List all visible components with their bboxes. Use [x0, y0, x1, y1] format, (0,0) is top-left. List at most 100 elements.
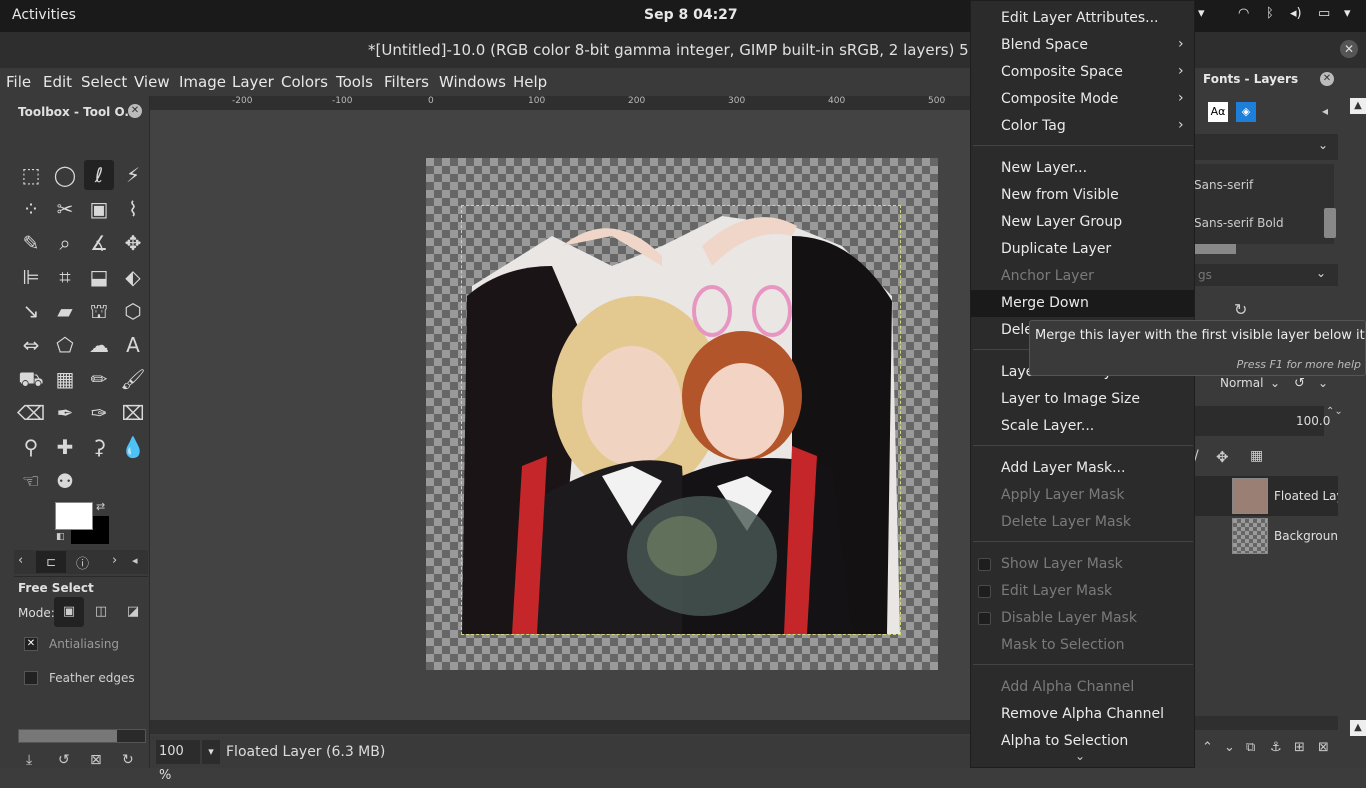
mode-subtract-icon[interactable]: ◪	[118, 597, 148, 627]
warp-transform-icon[interactable]: ⬖	[118, 262, 148, 292]
menu-item-anchor-layer[interactable]: Anchor Layer	[1001, 268, 1094, 284]
font-item[interactable]: Sans-serif	[1194, 178, 1253, 192]
rect-select-icon[interactable]: ⬚	[16, 160, 46, 190]
menu-item-scale-layer[interactable]: Scale Layer...	[1001, 418, 1094, 434]
smudge-icon[interactable]: ☜	[16, 466, 46, 496]
foreground-select-icon[interactable]: ▣	[84, 194, 114, 224]
blur-icon[interactable]: 💧	[118, 432, 148, 462]
font-view-dropdown[interactable]: ⌄	[1194, 134, 1338, 160]
shear-icon[interactable]: ▰	[50, 296, 80, 326]
menu-item-color-tag[interactable]: Color Tag	[1001, 118, 1066, 134]
measure-icon[interactable]: ∡	[84, 228, 114, 258]
toolbox-close-icon[interactable]: ✕	[128, 104, 142, 118]
layers-hscrollbar[interactable]	[1194, 716, 1338, 730]
clock[interactable]: Sep 8 04:27	[644, 7, 738, 23]
fuzzy-select-icon[interactable]: ⚡	[118, 160, 148, 190]
dock-menu-icon[interactable]: ◂	[132, 554, 138, 567]
menu-item-add-layer-mask[interactable]: Add Layer Mask...	[1001, 460, 1125, 476]
menu-item-disable-layer-mask[interactable]: Disable Layer Mask	[1001, 610, 1137, 626]
swap-colors-icon[interactable]: ⇄	[96, 500, 105, 513]
select-by-color-icon[interactable]: ⁘	[16, 194, 46, 224]
menu-file[interactable]: File	[6, 73, 31, 91]
paths-icon[interactable]: ⌇	[118, 194, 148, 224]
text-icon[interactable]: A	[118, 330, 148, 360]
delete-options-icon[interactable]: ⊠	[90, 752, 102, 768]
menu-item-new-layer-group[interactable]: New Layer Group	[1001, 214, 1122, 230]
move-icon[interactable]: ✥	[118, 228, 148, 258]
zoom-icon[interactable]: ⌕	[50, 228, 80, 258]
layer-mode-select[interactable]: Normal	[1220, 376, 1263, 390]
foreground-color-swatch[interactable]	[55, 502, 93, 530]
bluetooth-icon[interactable]: ᛒ	[1266, 6, 1274, 21]
menu-colors[interactable]: Colors	[281, 73, 328, 91]
perspective-clone-icon[interactable]: ⚳	[84, 432, 114, 462]
menu-view[interactable]: View	[134, 73, 170, 91]
disable-layer-mask-checkbox[interactable]	[978, 612, 991, 625]
dock-close-icon[interactable]: ✕	[1320, 72, 1334, 86]
3d-transform-icon[interactable]: ⬡	[118, 296, 148, 326]
layer-row-floated[interactable]: Floated Lay	[1194, 476, 1338, 516]
ellipse-select-icon[interactable]: ◯	[50, 160, 80, 190]
options-slider[interactable]	[18, 729, 146, 743]
layer-row-background[interactable]: Backgroun	[1194, 516, 1338, 556]
opacity-field[interactable]: 100.0	[1194, 406, 1330, 436]
bucket-fill-icon[interactable]: ⛟	[16, 364, 46, 394]
font-item[interactable]: Sans-serif Bold	[1194, 216, 1284, 230]
menu-tools[interactable]: Tools	[336, 73, 373, 91]
airbrush-icon[interactable]: ✒	[50, 398, 80, 428]
color-picker-icon[interactable]: ✎	[16, 228, 46, 258]
power-menu-icon[interactable]: ▾	[1344, 6, 1351, 21]
opacity-stepper[interactable]: ⌃⌄	[1326, 406, 1343, 417]
menu-item-layer-to-image-size[interactable]: Layer to Image Size	[1001, 391, 1140, 407]
menu-item-composite-space[interactable]: Composite Space	[1001, 64, 1123, 80]
unified-transform-icon[interactable]: ⬓	[84, 262, 114, 292]
reset-options-icon[interactable]: ↻	[122, 752, 134, 768]
floating-layer-boundary[interactable]	[461, 205, 901, 635]
refresh-icon[interactable]: ↻	[1234, 300, 1247, 319]
handle-transform-icon[interactable]: ⛫	[84, 296, 114, 326]
font-list[interactable]: Sans-serif Sans-serif Bold	[1194, 164, 1334, 244]
wifi-icon[interactable]: ◠	[1238, 6, 1249, 21]
menu-item-add-alpha-channel[interactable]: Add Alpha Channel	[1001, 679, 1134, 695]
menu-item-new-from-visible[interactable]: New from Visible	[1001, 187, 1119, 203]
free-select-icon[interactable]: ℓ	[84, 160, 114, 190]
lock-position-icon[interactable]: ✥	[1216, 448, 1229, 466]
paintbrush-icon[interactable]: 🖌	[118, 364, 148, 394]
cage-transform-icon[interactable]: ⬠	[50, 330, 80, 360]
default-colors-icon[interactable]: ◧	[56, 532, 65, 542]
crop-icon[interactable]: ⌗	[50, 262, 80, 292]
zoom-dropdown-icon[interactable]: ▾	[202, 740, 220, 764]
raise-layer-icon[interactable]: ⌃	[1202, 740, 1213, 755]
menu-item-composite-mode[interactable]: Composite Mode	[1001, 91, 1118, 107]
menu-image[interactable]: Image	[179, 73, 226, 91]
menu-item-edit-layer-mask[interactable]: Edit Layer Mask	[1001, 583, 1112, 599]
volume-icon[interactable]: ◂)	[1290, 6, 1302, 21]
edit-layer-mask-checkbox[interactable]	[978, 585, 991, 598]
menu-item-delete-layer-mask[interactable]: Delete Layer Mask	[1001, 514, 1131, 530]
clone-icon[interactable]: ⚲	[16, 432, 46, 462]
save-options-icon[interactable]: ⤓	[26, 752, 32, 768]
pencil-icon[interactable]: ✏	[84, 364, 114, 394]
heal-icon[interactable]: ✚	[50, 432, 80, 462]
mode-replace-icon[interactable]: ▣	[54, 597, 84, 627]
show-layer-mask-checkbox[interactable]	[978, 558, 991, 571]
ink-icon[interactable]: ✑	[84, 398, 114, 428]
menu-layer[interactable]: Layer	[232, 73, 274, 91]
composite-mode-icon[interactable]: ↺	[1294, 376, 1305, 391]
gradient-icon[interactable]: ▦	[50, 364, 80, 394]
duplicate-layer-icon[interactable]: ⧉	[1246, 740, 1255, 755]
horizontal-ruler[interactable]: -200 -100 0 100 200 300 400 500	[150, 96, 970, 110]
menu-item-show-layer-mask[interactable]: Show Layer Mask	[1001, 556, 1123, 572]
activities-button[interactable]: Activities	[12, 7, 76, 23]
tool-options-tab-icon[interactable]: ⊏	[36, 551, 66, 573]
chevron-right-icon[interactable]: ›	[112, 553, 117, 568]
layers-tab-icon[interactable]: ◈	[1236, 102, 1256, 122]
fonts-tab-icon[interactable]: Aα	[1208, 102, 1228, 122]
antialiasing-checkbox[interactable]: ✕	[24, 637, 38, 651]
menu-item-duplicate-layer[interactable]: Duplicate Layer	[1001, 241, 1111, 257]
lock-alpha-icon[interactable]: ▦	[1250, 448, 1263, 464]
dock-menu-icon[interactable]: ◂	[1322, 104, 1328, 118]
warp-icon[interactable]: ☁	[84, 330, 114, 360]
scroll-up-icon[interactable]: ▲	[1350, 98, 1366, 114]
menu-item-mask-to-selection[interactable]: Mask to Selection	[1001, 637, 1125, 653]
